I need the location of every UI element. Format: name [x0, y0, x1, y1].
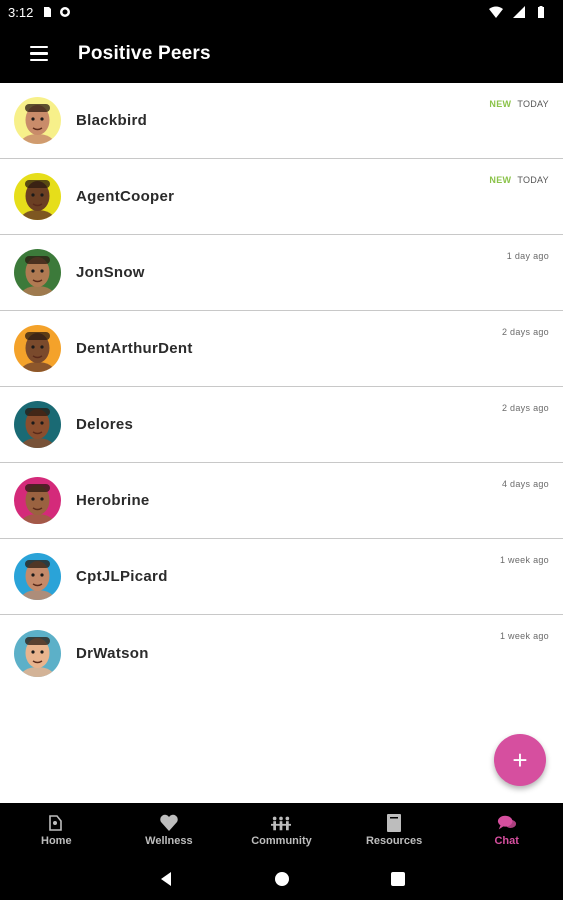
peer-name: AgentCooper: [76, 188, 175, 205]
chat-list: Blackbird NEW TODAY AgentCooper NEW TODAY JonS…: [0, 83, 563, 691]
chat-timestamp: 1 week ago: [499, 555, 549, 565]
chat-row[interactable]: Delores 2 days ago: [0, 387, 563, 463]
app-bar: Positive Peers: [0, 24, 563, 83]
nav-label: Wellness: [145, 835, 193, 847]
avatar: [14, 401, 61, 448]
back-icon[interactable]: [156, 869, 176, 889]
chat-timestamp: 2 days ago: [501, 327, 549, 337]
chat-timestamp: TODAY: [517, 99, 549, 109]
peer-name: CptJLPicard: [76, 568, 168, 585]
nav-label: Chat: [494, 835, 519, 847]
avatar: [14, 325, 61, 372]
nav-item-resources[interactable]: Resources: [338, 803, 451, 858]
nav-item-home[interactable]: Home: [0, 803, 113, 858]
chat-meta: NEW TODAY: [489, 99, 549, 109]
avatar: [14, 629, 61, 677]
peer-name: Delores: [76, 416, 134, 433]
chat-meta: 1 week ago: [500, 555, 549, 565]
chat-timestamp: 1 week ago: [499, 631, 549, 641]
peer-name: Herobrine: [76, 492, 150, 509]
chat-meta: 1 day ago: [507, 251, 549, 261]
chat-row[interactable]: AgentCooper NEW TODAY: [0, 159, 563, 235]
peer-name: Blackbird: [76, 112, 148, 129]
menu-icon[interactable]: [30, 42, 54, 66]
chat-row[interactable]: CptJLPicard 1 week ago: [0, 539, 563, 615]
new-badge: NEW: [489, 99, 512, 109]
avatar: [14, 97, 61, 144]
chat-icon: [497, 814, 517, 832]
avatar: [14, 249, 61, 296]
chat-meta: 1 week ago: [500, 631, 549, 641]
bottom-nav: Home Wellness Community Resources Chat: [0, 803, 563, 858]
nav-item-wellness[interactable]: Wellness: [113, 803, 226, 858]
signal-icon: [513, 6, 525, 18]
chat-meta: 4 days ago: [502, 479, 549, 489]
peer-name: JonSnow: [76, 264, 145, 281]
home-circle-icon[interactable]: [272, 869, 292, 889]
chat-row[interactable]: Blackbird NEW TODAY: [0, 83, 563, 159]
home-icon: [46, 814, 66, 832]
peer-name: DentArthurDent: [76, 340, 193, 357]
avatar: [14, 173, 61, 220]
status-time: 3:12: [8, 4, 34, 20]
nav-item-community[interactable]: Community: [225, 803, 338, 858]
page-title: Positive Peers: [78, 42, 211, 64]
system-nav-bar: [0, 858, 563, 900]
heart-icon: [159, 814, 179, 832]
new-badge: NEW: [489, 175, 512, 185]
recents-icon[interactable]: [388, 869, 408, 889]
chat-row[interactable]: JonSnow 1 day ago: [0, 235, 563, 311]
chat-timestamp: TODAY: [517, 175, 549, 185]
chat-meta: NEW TODAY: [489, 175, 549, 185]
book-icon: [384, 814, 404, 832]
new-chat-button[interactable]: +: [494, 734, 546, 786]
avatar: [14, 553, 61, 600]
nav-label: Resources: [365, 835, 423, 847]
chat-row[interactable]: Herobrine 4 days ago: [0, 463, 563, 539]
battery-icon: [537, 6, 549, 18]
chat-timestamp: 4 days ago: [501, 479, 549, 489]
chat-meta: 2 days ago: [502, 403, 549, 413]
chat-timestamp: 2 days ago: [501, 403, 549, 413]
chat-meta: 2 days ago: [502, 327, 549, 337]
status-bar: 3:12: [0, 0, 563, 24]
peer-name: DrWatson: [76, 644, 149, 662]
plus-icon: +: [512, 745, 528, 775]
chat-row[interactable]: DentArthurDent 2 days ago: [0, 311, 563, 387]
community-icon: [271, 814, 292, 832]
sd-card-icon: [41, 6, 53, 18]
avatar: [14, 477, 61, 524]
sync-icon: [59, 6, 71, 18]
chat-row[interactable]: DrWatson 1 week ago: [0, 615, 563, 691]
wifi-icon: [489, 6, 503, 18]
nav-label: Home: [41, 835, 72, 847]
nav-label: Community: [251, 835, 312, 847]
nav-item-chat[interactable]: Chat: [450, 803, 563, 858]
chat-timestamp: 1 day ago: [506, 251, 549, 261]
